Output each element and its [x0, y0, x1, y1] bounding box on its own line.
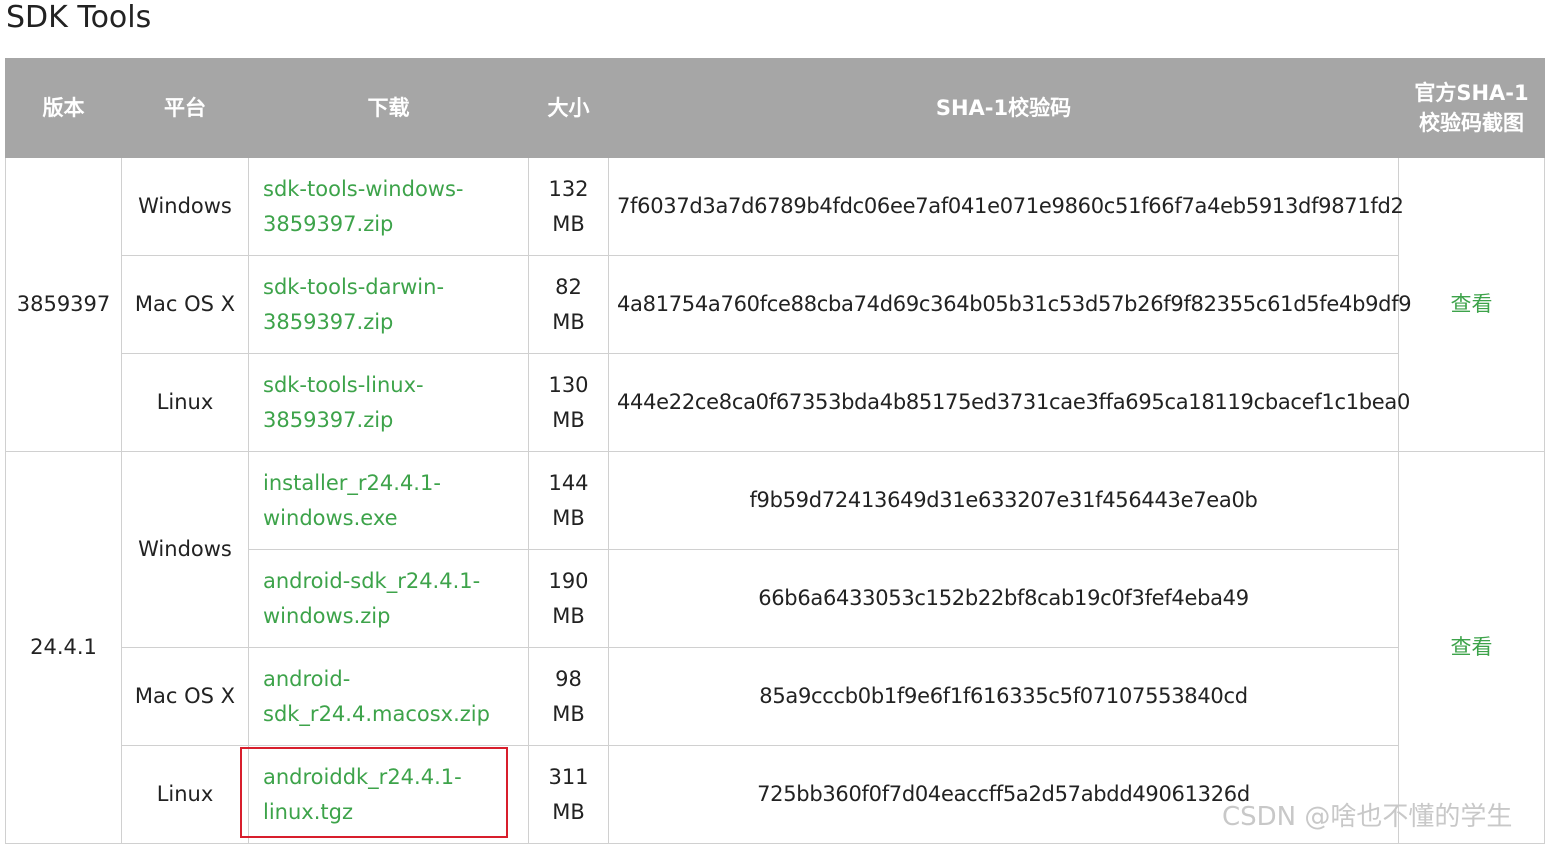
header-sha1: SHA-1校验码	[608, 58, 1399, 158]
official-screenshot-cell: 查看	[1398, 451, 1545, 844]
page-title: SDK Tools	[6, 0, 152, 35]
size-cell: 82 MB	[528, 255, 609, 354]
file-name-line2: 3859397.zip	[263, 211, 394, 236]
download-cell: androiddk_r24.4.1- linux.tgz	[248, 745, 529, 844]
size-value: 82	[555, 274, 582, 299]
size-cell: 98 MB	[528, 647, 609, 746]
download-cell: sdk-tools-darwin- 3859397.zip	[248, 255, 529, 354]
download-cell: android-sdk_r24.4.macosx.zip	[248, 647, 529, 746]
file-name-line2: 3859397.zip	[263, 407, 394, 432]
download-link[interactable]: android-sdk_r24.4.1- windows.zip	[263, 569, 480, 628]
download-link[interactable]: sdk-tools-windows- 3859397.zip	[263, 177, 463, 236]
size-unit: MB	[552, 211, 585, 236]
size-unit: MB	[552, 505, 585, 530]
header-size: 大小	[528, 58, 609, 158]
download-cell: android-sdk_r24.4.1- windows.zip	[248, 549, 529, 648]
platform-cell: Windows	[121, 157, 249, 256]
size-value: 190	[548, 568, 589, 593]
header-download: 下载	[248, 58, 529, 158]
view-link[interactable]: 查看	[1451, 292, 1493, 316]
platform-cell: Mac OS X	[121, 647, 249, 746]
sdk-tools-table: 版本 平台 下载 大小 SHA-1校验码 官方SHA-1 校验码截图 38593…	[5, 58, 1545, 844]
size-value: 144	[548, 470, 589, 495]
download-link[interactable]: android-sdk_r24.4.macosx.zip	[263, 667, 490, 726]
sha1-cell: 7f6037d3a7d6789b4fdc06ee7af041e071e9860c…	[608, 157, 1404, 256]
size-unit: MB	[552, 701, 585, 726]
table-row: Mac OS X android-sdk_r24.4.macosx.zip 98…	[6, 647, 1545, 746]
size-unit: MB	[552, 603, 585, 628]
header-platform: 平台	[121, 58, 249, 158]
size-value: 98	[555, 666, 582, 691]
platform-cell: Linux	[121, 745, 249, 844]
file-name-line2: linux.tgz	[263, 799, 353, 824]
table-row: Linux sdk-tools-linux- 3859397.zip 130 MB …	[6, 353, 1545, 452]
version-cell: 24.4.1	[5, 451, 122, 844]
download-link[interactable]: sdk-tools-linux- 3859397.zip	[263, 373, 424, 432]
file-name-line2: sdk_r24.4.macosx.zip	[263, 701, 490, 726]
sha1-cell: 4a81754a760fce88cba74d69c364b05b31c53d57…	[608, 255, 1412, 354]
download-link[interactable]: installer_r24.4.1- windows.exe	[263, 471, 441, 530]
platform-cell: Linux	[121, 353, 249, 452]
size-unit: MB	[552, 309, 585, 334]
download-cell: sdk-tools-windows- 3859397.zip	[248, 157, 529, 256]
size-cell: 132 MB	[528, 157, 609, 256]
table-header-row: 版本 平台 下载 大小 SHA-1校验码 官方SHA-1 校验码截图	[5, 58, 1545, 158]
table-row: 3859397 Windows sdk-tools-windows- 385939…	[5, 157, 1545, 452]
size-cell: 130 MB	[528, 353, 609, 452]
download-link[interactable]: androiddk_r24.4.1- linux.tgz	[263, 765, 462, 824]
watermark: CSDN @啥也不懂的学生	[1222, 802, 1513, 832]
header-official-line2: 校验码截图	[1419, 111, 1524, 135]
file-name-line1: sdk-tools-windows-	[263, 176, 464, 201]
header-official-screenshot: 官方SHA-1 校验码截图	[1398, 58, 1545, 158]
size-unit: MB	[552, 407, 585, 432]
file-name-line2: 3859397.zip	[263, 309, 394, 334]
sha1-cell: 444e22ce8ca0f67353bda4b85175ed3731cae3ff…	[608, 353, 1410, 452]
file-name-line1: androiddk_r24.4.1-	[263, 764, 462, 789]
file-name-line1: sdk-tools-linux-	[263, 372, 424, 397]
file-name-line2: windows.zip	[263, 603, 391, 628]
file-name-line1: sdk-tools-darwin-	[263, 274, 445, 299]
size-cell: 144 MB	[528, 451, 609, 550]
size-cell: 190 MB	[528, 549, 609, 648]
view-link[interactable]: 查看	[1451, 635, 1493, 659]
size-cell: 311 MB	[528, 745, 609, 844]
download-link[interactable]: sdk-tools-darwin- 3859397.zip	[263, 275, 444, 334]
file-name-line1: android-	[263, 666, 351, 691]
header-version: 版本	[5, 58, 122, 158]
sha1-cell: 85a9cccb0b1f9e6f1f616335c5f07107553840cd	[608, 647, 1399, 746]
official-screenshot-cell: 查看	[1398, 157, 1545, 452]
size-value: 130	[548, 372, 589, 397]
file-name-line2: windows.exe	[263, 505, 398, 530]
size-unit: MB	[552, 799, 585, 824]
size-value: 311	[548, 764, 589, 789]
table-row: Mac OS X sdk-tools-darwin- 3859397.zip 82…	[6, 255, 1545, 354]
file-name-line1: installer_r24.4.1-	[263, 470, 441, 495]
download-cell: sdk-tools-linux- 3859397.zip	[248, 353, 529, 452]
sha1-cell: 66b6a6433053c152b22bf8cab19c0f3fef4eba49	[608, 549, 1399, 648]
platform-cell: Windows	[121, 451, 249, 648]
download-cell: installer_r24.4.1- windows.exe	[248, 451, 529, 550]
size-value: 132	[548, 176, 589, 201]
file-name-line1: android-sdk_r24.4.1-	[263, 568, 481, 593]
header-official-line1: 官方SHA-1	[1414, 81, 1529, 105]
table-row: 24.4.1 Windows installer_r24.4.1-windows…	[5, 451, 1545, 844]
version-cell: 3859397	[5, 157, 122, 452]
platform-cell: Mac OS X	[121, 255, 249, 354]
sha1-cell: f9b59d72413649d31e633207e31f456443e7ea0b	[608, 451, 1399, 550]
